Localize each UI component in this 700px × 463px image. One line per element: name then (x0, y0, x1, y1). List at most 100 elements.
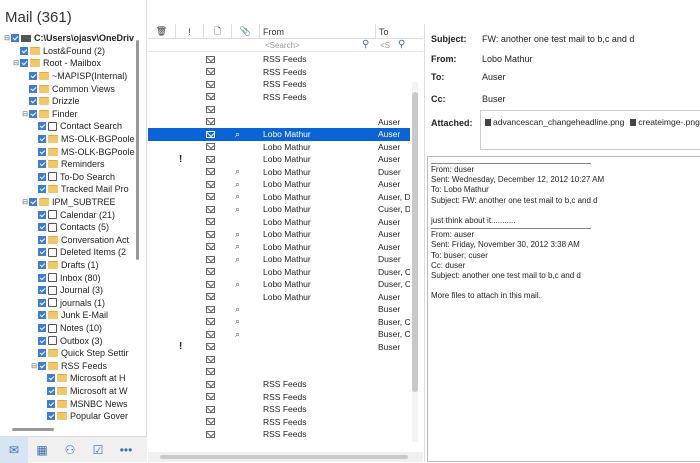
tree-item[interactable]: Journal (3) (30, 284, 103, 297)
message-list-hscrollbar[interactable] (148, 452, 423, 462)
tree-item[interactable]: Deleted Items (2 (30, 246, 126, 259)
table-row[interactable]: ⌕ Lobo Mathur Auser (148, 241, 410, 254)
tree-item[interactable]: Drizzle (21, 95, 80, 108)
tree-item[interactable]: MSNBC News (39, 397, 128, 410)
table-row[interactable]: ⌕ Lobo Mathur Duser (148, 166, 410, 179)
table-row[interactable]: RSS Feeds (148, 66, 410, 79)
table-row[interactable]: Auser (148, 116, 410, 129)
folder-checkbox[interactable] (20, 59, 28, 68)
folder-checkbox[interactable] (29, 198, 37, 207)
table-row[interactable]: Lobo Mathur Duser, Cu (148, 266, 410, 279)
table-row[interactable]: RSS Feeds (148, 53, 410, 66)
folder-checkbox[interactable] (38, 235, 46, 244)
table-row[interactable]: ⌕ Lobo Mathur Auser (148, 128, 410, 141)
tree-item[interactable]: Common Views (21, 82, 115, 95)
mail-icon[interactable]: ✉ (0, 436, 28, 463)
search-icon[interactable]: ⚲ (362, 39, 369, 50)
tree-item[interactable]: Popular Gover (39, 410, 128, 423)
table-row[interactable]: RSS Feeds (148, 391, 410, 404)
table-row[interactable]: ⌕ Buser, Cu (148, 316, 410, 329)
people-icon[interactable]: ⚇ (56, 437, 84, 463)
folder-checkbox[interactable] (29, 84, 37, 93)
tree-item[interactable]: Drafts (1) (30, 259, 99, 272)
tree-item[interactable]: ⊟ Root - Mailbox (12, 57, 101, 70)
tree-item[interactable]: Contact Search (30, 120, 122, 133)
tree-item[interactable]: Contacts (5) (30, 221, 109, 234)
tree-item[interactable]: Lost&Found (2) (12, 45, 105, 58)
folder-checkbox[interactable] (29, 97, 37, 106)
folder-checkbox[interactable] (38, 273, 46, 282)
table-row[interactable]: Lobo Mathur Auser (148, 216, 410, 229)
attachment-item[interactable]: createimge-.png (630, 117, 700, 127)
collapse-icon[interactable]: ⊟ (30, 362, 38, 370)
tree-item[interactable]: ⊟ RSS Feeds (30, 360, 107, 373)
col-from-header[interactable]: From (260, 24, 376, 39)
folder-tree-hscrollbar[interactable] (12, 428, 54, 431)
folder-checkbox[interactable] (38, 160, 46, 169)
table-row[interactable]: ⌕ Buser (148, 303, 410, 316)
tree-item[interactable]: Notes (10) (30, 322, 102, 335)
folder-checkbox[interactable] (47, 399, 55, 408)
folder-checkbox[interactable] (38, 147, 46, 156)
folder-checkbox[interactable] (38, 349, 46, 358)
folder-checkbox[interactable] (38, 135, 46, 144)
folder-checkbox[interactable] (29, 72, 37, 81)
table-row[interactable]: RSS Feeds (148, 91, 410, 104)
table-row[interactable]: Lobo Mathur Auser (148, 291, 410, 304)
folder-checkbox[interactable] (38, 223, 46, 232)
folder-checkbox[interactable] (38, 311, 46, 320)
table-row[interactable]: ⌕ Buser, Cu (148, 328, 410, 341)
tree-item[interactable]: Inbox (80) (30, 271, 101, 284)
table-row[interactable]: ⌕ Lobo Mathur Duser (148, 253, 410, 266)
folder-checkbox[interactable] (38, 185, 46, 194)
folder-checkbox[interactable] (38, 324, 46, 333)
folder-checkbox[interactable] (38, 361, 46, 370)
tree-item[interactable]: Calendar (21) (30, 208, 115, 221)
table-row[interactable]: RSS Feeds (148, 78, 410, 91)
attachment-item[interactable]: advancescan_changeheadline.png (485, 117, 624, 127)
tree-item[interactable]: Outbox (3) (30, 334, 103, 347)
scrollbar-thumb[interactable] (412, 92, 418, 392)
collapse-icon[interactable]: ⊟ (21, 198, 29, 206)
table-row[interactable]: RSS Feeds (148, 378, 410, 391)
tree-item[interactable]: ~MAPISP(Internal) (21, 70, 127, 83)
folder-checkbox[interactable] (47, 374, 55, 383)
table-row[interactable] (148, 366, 410, 379)
col-to-header[interactable]: To (376, 24, 423, 39)
tree-item[interactable]: MS-OLK-BGPoole (30, 133, 135, 146)
table-row[interactable]: RSS Feeds (148, 428, 410, 441)
table-row[interactable]: RSS Feeds (148, 403, 410, 416)
collapse-icon[interactable]: ⊟ (12, 59, 20, 67)
table-row[interactable] (148, 103, 410, 116)
table-row[interactable]: ! Buser (148, 341, 410, 354)
tree-item[interactable]: Conversation Act (30, 234, 129, 247)
from-search-input[interactable]: <Search> (265, 41, 300, 50)
folder-checkbox[interactable] (38, 172, 46, 181)
tree-item[interactable]: ⊟ IPM_SUBTREE (21, 196, 115, 209)
tree-item[interactable]: To-Do Search (30, 171, 115, 184)
folder-checkbox[interactable] (47, 387, 55, 396)
folder-checkbox[interactable] (11, 34, 19, 43)
collapse-icon[interactable]: ⊟ (3, 34, 11, 42)
folder-checkbox[interactable] (38, 298, 46, 307)
collapse-icon[interactable]: ⊟ (21, 110, 29, 118)
col-type-header[interactable]: 🗋 (204, 24, 232, 39)
tree-item[interactable]: Microsoft at W (39, 385, 128, 398)
tree-item[interactable]: MS-OLK-BGPoole (30, 145, 135, 158)
tree-item[interactable]: ⊟ C:\Users\ojasv\OneDriv (3, 32, 134, 45)
table-row[interactable]: ⌕ Lobo Mathur Auser (148, 228, 410, 241)
table-row[interactable]: RSS Feeds (148, 416, 410, 429)
tree-item[interactable]: Microsoft at H (39, 372, 126, 385)
folder-checkbox[interactable] (38, 336, 46, 345)
tree-item[interactable]: journals (1) (30, 297, 105, 310)
folder-checkbox[interactable] (38, 210, 46, 219)
message-list-scrollbar[interactable] (412, 82, 418, 442)
folder-checkbox[interactable] (38, 248, 46, 257)
scrollbar-thumb[interactable] (160, 455, 408, 459)
calendar-icon[interactable]: ▦ (28, 437, 56, 463)
tree-item[interactable]: Junk E-Mail (30, 309, 108, 322)
table-row[interactable]: ! Lobo Mathur Auser (148, 153, 410, 166)
table-row[interactable]: ⌕ Lobo Mathur Cuser, Du (148, 203, 410, 216)
table-row[interactable]: ⌕ Lobo Mathur Auser (148, 178, 410, 191)
to-search-input[interactable]: <S (380, 41, 390, 50)
